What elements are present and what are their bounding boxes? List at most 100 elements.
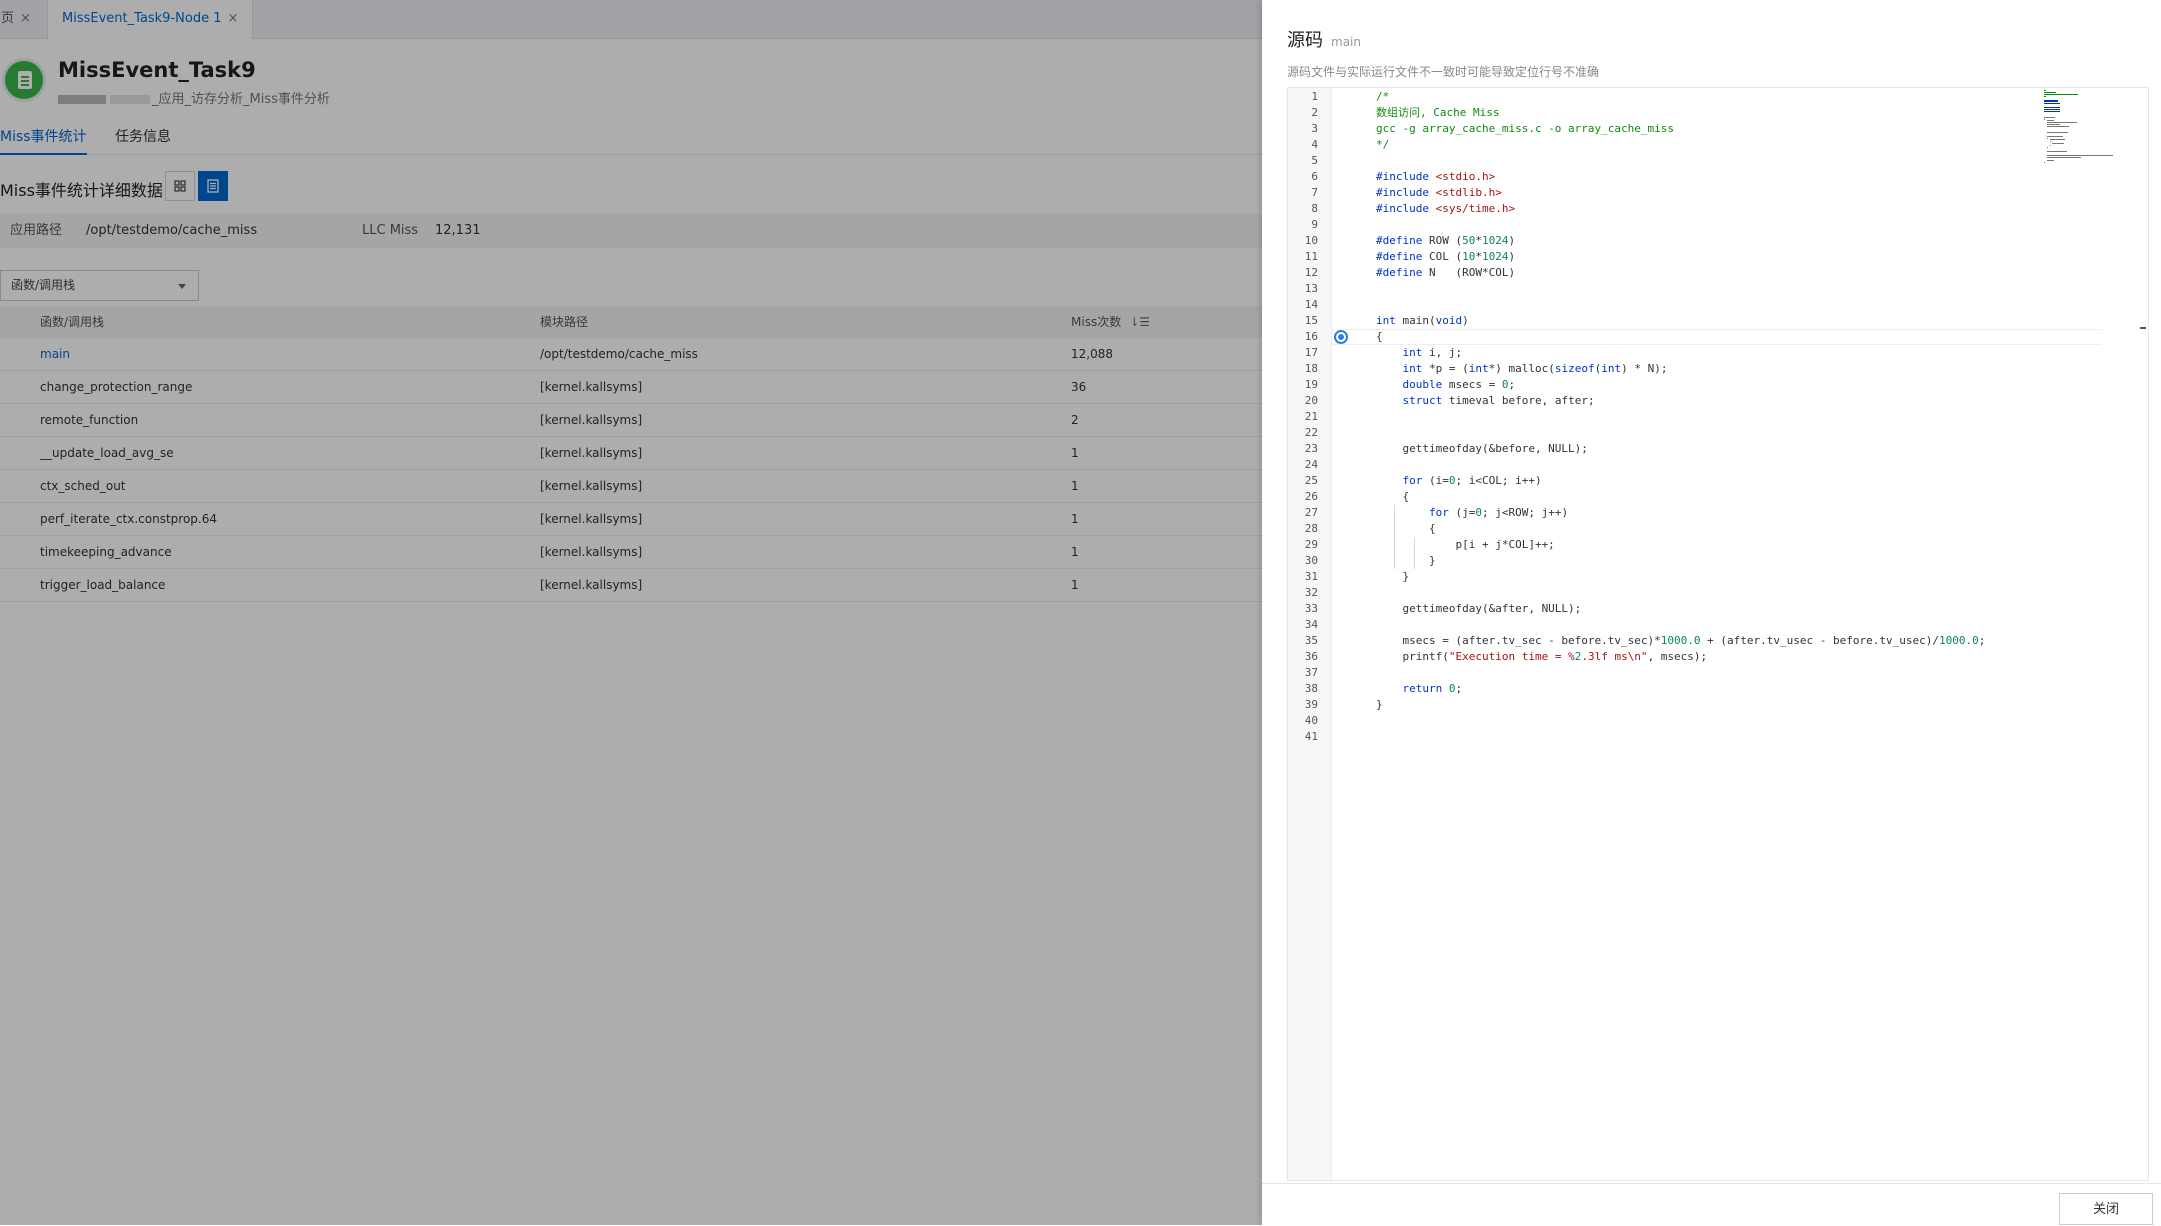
code-line[interactable]: p[i + j*COL]++; — [1376, 537, 1554, 553]
code-line[interactable]: */ — [1376, 137, 1389, 153]
code-line[interactable]: } — [1376, 569, 1409, 585]
code-line[interactable]: { — [1376, 489, 1409, 505]
line-number: 3 — [1311, 122, 1318, 135]
line-number: 17 — [1304, 346, 1318, 359]
line-number: 31 — [1304, 570, 1318, 583]
line-number: 20 — [1304, 394, 1318, 407]
line-number: 25 — [1304, 474, 1318, 487]
minimap-line — [2046, 126, 2069, 128]
minimap-line — [2046, 131, 2068, 133]
code-line[interactable]: double msecs = 0; — [1376, 377, 1516, 393]
minimap-line — [2046, 122, 2077, 124]
minimap-line — [2052, 143, 2064, 145]
code-line[interactable]: #include <stdlib.h> — [1376, 185, 1502, 201]
code-line[interactable]: int *p = (int*) malloc(sizeof(int) * N); — [1376, 361, 1668, 377]
code-line[interactable]: } — [1376, 553, 1436, 569]
code-line[interactable]: 数组访问, Cache Miss — [1376, 105, 1499, 121]
line-number: 24 — [1304, 458, 1318, 471]
code-line[interactable]: { — [1376, 329, 1383, 345]
current-line-highlight — [1332, 329, 2102, 345]
line-number: 41 — [1304, 730, 1318, 743]
line-number: 40 — [1304, 714, 1318, 727]
line-number: 30 — [1304, 554, 1318, 567]
code-line[interactable]: for (j=0; j<ROW; j++) — [1376, 505, 1568, 521]
code-line[interactable]: return 0; — [1376, 681, 1463, 697]
line-number: 18 — [1304, 362, 1318, 375]
minimap-line — [2044, 99, 2058, 101]
line-number: 6 — [1311, 170, 1318, 183]
code-line[interactable]: #define COL (10*1024) — [1376, 249, 1515, 265]
minimap-line — [2044, 91, 2056, 93]
line-number: 4 — [1311, 138, 1318, 151]
code-line[interactable]: struct timeval before, after; — [1376, 393, 1595, 409]
drawer-hint: 源码文件与实际运行文件不一致时可能导致定位行号不准确 — [1287, 65, 1600, 79]
code-line[interactable]: #include <sys/time.h> — [1376, 201, 1515, 217]
line-number: 21 — [1304, 410, 1318, 423]
code-line[interactable]: int main(void) — [1376, 313, 1469, 329]
line-number: 32 — [1304, 586, 1318, 599]
code-line[interactable]: #include <stdio.h> — [1376, 169, 1495, 185]
code-line[interactable]: #define N (ROW*COL) — [1376, 265, 1515, 281]
code-line[interactable]: /* — [1376, 89, 1389, 105]
code-line[interactable]: printf("Execution time = %2.3lf ms\n", m… — [1376, 649, 1707, 665]
line-number: 19 — [1304, 378, 1318, 391]
locate-line-icon[interactable] — [1334, 330, 1348, 344]
code-minimap[interactable] — [2044, 90, 2116, 170]
code-line[interactable]: } — [1376, 697, 1383, 713]
minimap-line — [2044, 93, 2078, 95]
line-number: 23 — [1304, 442, 1318, 455]
line-number: 34 — [1304, 618, 1318, 631]
line-number: 7 — [1311, 186, 1318, 199]
line-number: 27 — [1304, 506, 1318, 519]
drawer-title: 源码 main — [1287, 26, 1361, 52]
code-line[interactable]: #define ROW (50*1024) — [1376, 233, 1515, 249]
minimap-line — [2049, 141, 2051, 143]
code-line[interactable]: msecs = (after.tv_sec - before.tv_sec)*1… — [1376, 633, 1985, 649]
line-number: 11 — [1304, 250, 1318, 263]
code-line[interactable]: gettimeofday(&before, NULL); — [1376, 441, 1587, 457]
line-number: 10 — [1304, 234, 1318, 247]
minimap-line — [2049, 139, 2066, 141]
line-number: 14 — [1304, 298, 1318, 311]
code-line[interactable]: gcc -g array_cache_miss.c -o array_cache… — [1376, 121, 1674, 137]
minimap-line — [2046, 147, 2048, 148]
minimap-line — [2044, 107, 2060, 109]
drawer-footer: 关闭 — [1262, 1183, 2161, 1226]
line-number: 36 — [1304, 650, 1318, 663]
minimap-line — [2046, 160, 2054, 162]
line-number: 12 — [1304, 266, 1318, 279]
line-number: 22 — [1304, 426, 1318, 439]
line-number: 26 — [1304, 490, 1318, 503]
line-number: 2 — [1311, 106, 1318, 119]
minimap-line — [2049, 145, 2051, 147]
minimap-line — [2046, 137, 2048, 139]
code-line[interactable]: int i, j; — [1376, 345, 1463, 361]
line-number: 9 — [1311, 218, 1318, 231]
drawer-title-text: 源码 — [1287, 30, 1323, 51]
line-number: 1 — [1311, 90, 1318, 103]
line-number: 37 — [1304, 666, 1318, 679]
minimap-line — [2046, 150, 2068, 152]
minimap-line — [2044, 118, 2045, 120]
scrollbar-marker — [2140, 327, 2146, 329]
minimap-line — [2044, 162, 2045, 164]
code-line[interactable]: gettimeofday(&after, NULL); — [1376, 601, 1581, 617]
line-number: 16 — [1304, 330, 1318, 343]
minimap-line — [2044, 95, 2046, 97]
minimap-line — [2044, 116, 2055, 118]
minimap-line — [2046, 156, 2082, 158]
code-line[interactable]: { — [1376, 521, 1436, 537]
close-button[interactable]: 关闭 — [2059, 1193, 2153, 1225]
minimap-line — [2046, 154, 2113, 156]
minimap-line — [2046, 124, 2060, 126]
line-number: 29 — [1304, 538, 1318, 551]
modal-overlay[interactable] — [0, 0, 1262, 1225]
line-number: 15 — [1304, 314, 1318, 327]
source-drawer: 源码 main 源码文件与实际运行文件不一致时可能导致定位行号不准确 1 /* 2 数组… — [1262, 0, 2161, 1226]
line-number: 33 — [1304, 602, 1318, 615]
line-number: 13 — [1304, 282, 1318, 295]
line-number: 8 — [1311, 202, 1318, 215]
code-editor[interactable]: 1 /* 2 数组访问, Cache Miss 3 gcc -g array_cache_… — [1287, 87, 2149, 1181]
code-line[interactable]: for (i=0; i<COL; i++) — [1376, 473, 1542, 489]
minimap-line — [2046, 120, 2054, 122]
